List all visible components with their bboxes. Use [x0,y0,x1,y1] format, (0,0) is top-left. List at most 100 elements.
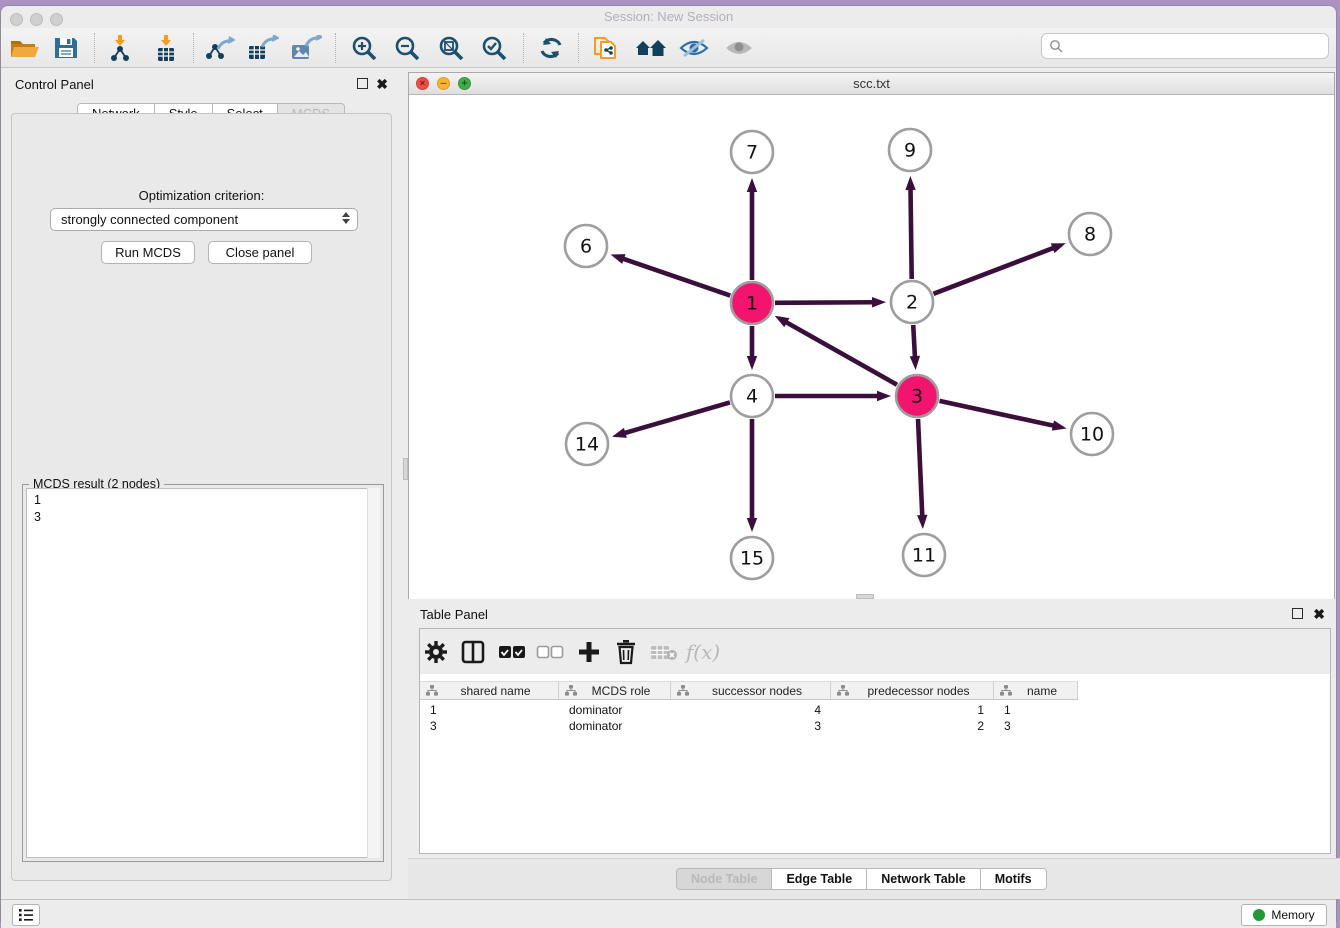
add-column-icon[interactable] [573,636,605,668]
cell-predecessor-nodes[interactable]: 2 [831,718,994,734]
float-table-panel-icon[interactable] [1292,608,1303,619]
select-all-rows-icon[interactable] [496,636,528,668]
nested-networks-icon[interactable] [633,31,669,65]
cell-shared-name[interactable]: 1 [420,702,559,718]
table-row[interactable]: 1dominator411 [420,702,1078,718]
mcds-result-group: MCDS result (2 nodes) 1 3 [22,484,384,862]
memory-button[interactable]: Memory [1241,904,1327,926]
export-table-icon[interactable] [245,31,281,65]
zoom-selected-icon[interactable] [476,31,512,65]
edge-1-6[interactable] [622,258,730,295]
mcds-panel: Optimization criterion: strongly connect… [11,113,392,881]
control-panel: Control Panel ✖ NetworkStyleSelectMCDS O… [5,71,398,887]
edge-3-1[interactable] [785,322,897,385]
node-6[interactable]: 6 [565,225,607,267]
cell-predecessor-nodes[interactable]: 1 [831,702,994,718]
delete-table-icon [648,636,680,668]
edge-arrow-1-4 [747,356,757,370]
table-row[interactable]: 3dominator323 [420,718,1078,734]
tab-node-table[interactable]: Node Table [676,868,772,890]
edge-2-3[interactable] [913,325,915,358]
tab-motifs[interactable]: Motifs [981,868,1047,890]
edge-2-8[interactable] [933,248,1054,294]
edge-4-14[interactable] [623,402,729,433]
hide-selected-icon[interactable] [676,31,712,65]
task-history-button[interactable] [12,904,40,926]
main-toolbar [1,28,1336,68]
vertical-splitter-handle[interactable] [403,458,408,480]
export-image-icon[interactable] [288,31,324,65]
deselect-all-rows-icon[interactable] [534,636,566,668]
export-network-icon[interactable] [202,31,238,65]
status-bar: Memory [1,899,1336,928]
optimization-criterion-label: Optimization criterion: [12,188,391,203]
cell-successor-nodes[interactable]: 3 [671,718,831,734]
node-1[interactable]: 1 [731,282,773,324]
float-panel-icon[interactable] [357,78,368,89]
node-14[interactable]: 14 [566,423,608,465]
column-header-shared-name[interactable]: shared name [420,681,559,700]
import-table-icon[interactable] [148,31,184,65]
cell-MCDS-role[interactable]: dominator [559,718,671,734]
tree-icon [836,684,850,697]
cell-MCDS-role[interactable]: dominator [559,702,671,718]
node-10[interactable]: 10 [1071,413,1113,455]
cell-name[interactable]: 3 [994,718,1078,734]
open-session-icon[interactable] [6,31,42,65]
close-table-panel-icon[interactable]: ✖ [1313,609,1325,620]
import-network-icon[interactable] [102,31,138,65]
node-3[interactable]: 3 [896,375,938,417]
edge-1-2[interactable] [775,302,874,303]
tab-edge-table[interactable]: Edge Table [772,868,867,890]
column-header-name[interactable]: name [994,681,1078,700]
node-11[interactable]: 11 [903,534,945,576]
edge-arrow-2-8 [1051,243,1066,253]
column-header-successor-nodes[interactable]: successor nodes [671,681,831,700]
svg-text:11: 11 [912,545,936,567]
edge-3-11[interactable] [918,419,922,517]
zoom-out-icon[interactable] [389,31,425,65]
node-9[interactable]: 9 [889,129,931,171]
edge-3-10[interactable] [939,401,1054,426]
svg-text:2: 2 [906,292,918,314]
search-box[interactable] [1041,33,1329,59]
node-8[interactable]: 8 [1069,213,1111,255]
column-header-MCDS-role[interactable]: MCDS role [559,681,671,700]
tree-icon [564,684,578,697]
close-panel-button[interactable]: Close panel [208,241,312,264]
svg-text:6: 6 [580,236,592,258]
horizontal-splitter-handle[interactable] [856,594,874,599]
tree-icon [999,684,1013,697]
cell-shared-name[interactable]: 3 [420,718,559,734]
mcds-result-text[interactable]: 1 3 [26,488,380,858]
optimization-criterion-select[interactable]: strongly connected component [50,208,358,231]
run-mcds-button[interactable]: Run MCDS [101,241,195,264]
split-panel-icon[interactable] [457,636,489,668]
node-2[interactable]: 2 [891,281,933,323]
edge-arrow-4-14 [612,428,627,438]
table-panel-title: Table Panel [420,607,488,622]
cell-name[interactable]: 1 [994,702,1078,718]
save-session-icon[interactable] [48,31,84,65]
node-15[interactable]: 15 [731,537,773,579]
table-tabs: Node TableEdge TableNetwork TableMotifs [676,868,1047,890]
zoom-in-icon[interactable] [346,31,382,65]
node-7[interactable]: 7 [731,131,773,173]
node-4[interactable]: 4 [731,375,773,417]
close-panel-icon[interactable]: ✖ [376,79,388,90]
column-header-predecessor-nodes[interactable]: predecessor nodes [831,681,994,700]
network-canvas[interactable]: 7 9 6 8 1 2 4 3 14 10 15 11 [409,95,1334,599]
tab-network-table[interactable]: Network Table [867,868,981,890]
svg-text:3: 3 [911,386,923,408]
table-settings-icon[interactable] [420,636,452,668]
memory-status-icon [1253,909,1265,921]
zoom-fit-icon[interactable] [433,31,469,65]
edge-2-9[interactable] [911,188,912,279]
refresh-icon[interactable] [533,31,569,65]
svg-text:15: 15 [740,548,764,570]
edge-arrow-4-15 [747,518,757,532]
cell-successor-nodes[interactable]: 4 [671,702,831,718]
delete-column-icon[interactable] [610,636,642,668]
duplicate-network-icon[interactable] [588,31,624,65]
result-scrollbar[interactable] [367,488,380,858]
